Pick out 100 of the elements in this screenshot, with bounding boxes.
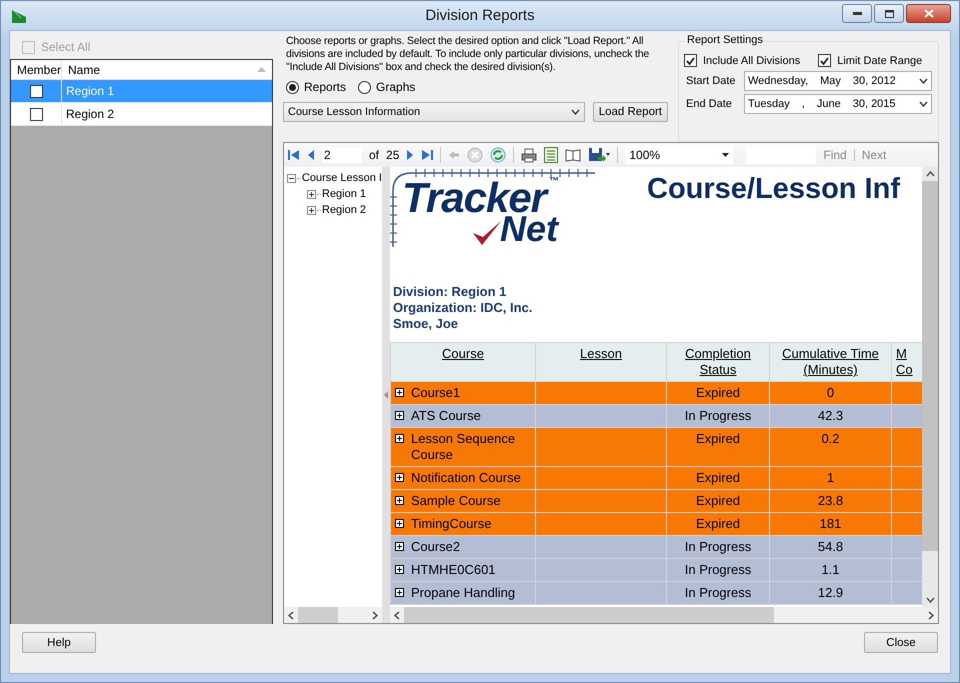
splitter-handle[interactable] — [382, 167, 390, 623]
table-cell: Expired — [696, 493, 740, 508]
option-label: Include All Divisions — [703, 54, 800, 66]
page-layout-icon[interactable] — [544, 147, 558, 163]
report-info-line: Organization: IDC, Inc. — [393, 300, 534, 316]
column-header[interactable]: Name — [62, 60, 272, 79]
load-report-button[interactable]: Load Report — [592, 102, 668, 122]
scroll-right-icon — [928, 610, 934, 620]
book-icon[interactable] — [565, 148, 582, 162]
table-cell: 42.3 — [818, 408, 844, 423]
table-cell: 181 — [820, 516, 842, 531]
table-cell-text: Lesson Sequence Course — [411, 431, 516, 463]
zoom-dropdown[interactable]: 100% — [625, 146, 734, 164]
report-info-line: Smoe, Joe — [393, 316, 460, 332]
date-picker[interactable]: Tuesday , June 30, 2015 — [744, 94, 932, 114]
last-page-icon[interactable] — [421, 149, 434, 161]
expand-icon[interactable] — [395, 542, 404, 551]
column-header[interactable]: Member — [11, 60, 62, 79]
table-cell: 54.8 — [818, 539, 844, 554]
option-label: Limit Date Range — [837, 54, 922, 66]
close-button[interactable] — [906, 4, 951, 23]
member-checkbox[interactable] — [30, 108, 42, 120]
window-title: Division Reports — [425, 7, 535, 24]
expand-icon[interactable] — [395, 388, 404, 397]
expand-icon[interactable] — [395, 519, 404, 528]
table-cell: 12.9 — [818, 585, 844, 600]
table-cell: HTMHE0C601 — [411, 562, 496, 578]
expand-icon[interactable] — [395, 411, 404, 420]
previous-page-icon[interactable] — [307, 149, 315, 161]
report-type-radio[interactable]: Reports — [286, 80, 346, 94]
option-checkbox[interactable] — [818, 54, 832, 67]
page-number-field[interactable]: 2 — [322, 147, 362, 163]
table-cell: Notification Course — [411, 470, 521, 486]
tree-item[interactable]: Region 2 — [322, 204, 366, 216]
scroll-left-icon — [394, 610, 400, 620]
table-cell: 0 — [826, 385, 834, 400]
help-button[interactable]: Help — [22, 632, 96, 653]
option-checkbox[interactable] — [684, 54, 697, 67]
table-cell: Sample Course — [411, 493, 501, 509]
app-icon — [11, 8, 27, 24]
report-info-line: Division: Region 1 — [393, 284, 508, 300]
chevron-down-icon — [919, 101, 928, 107]
table-cell: Expired — [696, 431, 740, 446]
sort-arrow-icon — [257, 67, 266, 72]
save-icon[interactable] — [588, 147, 610, 163]
column-header[interactable]: Course — [442, 346, 484, 362]
report-type-radio[interactable]: Graphs — [358, 80, 416, 94]
vertical-scrollbar[interactable] — [922, 167, 938, 607]
chevron-down-icon — [919, 78, 928, 84]
close-dialog-button[interactable]: Close — [864, 632, 938, 653]
tree-item[interactable]: Region 1 — [322, 188, 366, 200]
expand-icon[interactable] — [307, 190, 316, 198]
expand-icon[interactable] — [307, 206, 316, 214]
horizontal-scrollbar[interactable] — [390, 607, 938, 623]
table-cell: In Progress — [684, 539, 752, 554]
table-cell: Course2 — [411, 539, 460, 555]
tree-item[interactable]: Course Lesson I — [302, 172, 382, 184]
close-icon — [924, 9, 934, 18]
table-cell: Expired — [696, 385, 740, 400]
total-pages-label: 25 — [386, 148, 400, 162]
table-cell: 1 — [826, 470, 834, 485]
table-cell: TimingCourse — [411, 516, 492, 532]
horizontal-scrollbar[interactable] — [284, 607, 382, 623]
print-icon[interactable] — [521, 148, 538, 162]
date-picker[interactable]: Wednesday, May 30, 2012 — [744, 71, 932, 91]
table-cell: In Progress — [684, 585, 752, 600]
minimize-button[interactable] — [842, 4, 872, 23]
table-cell: 1.1 — [821, 562, 840, 577]
first-page-icon[interactable] — [288, 149, 300, 161]
table-cell: Propane Handling — [411, 585, 516, 601]
page-of-label: of — [369, 148, 380, 162]
expand-icon[interactable] — [395, 565, 404, 574]
scroll-left-icon — [288, 610, 294, 620]
table-cell: Expired — [696, 470, 740, 485]
refresh-icon[interactable] — [490, 147, 506, 163]
scroll-right-icon — [372, 610, 378, 620]
collapse-icon[interactable] — [287, 174, 296, 182]
maximize-icon — [884, 10, 894, 18]
collapse-arrow-icon — [384, 391, 388, 399]
date-label: Start Date — [685, 75, 737, 87]
maximize-button[interactable] — [874, 4, 904, 23]
dropdown-arrow-icon — [722, 153, 730, 157]
next-page-icon[interactable] — [406, 149, 414, 161]
division-row[interactable]: Region 2 — [11, 103, 272, 126]
expand-icon[interactable] — [395, 496, 404, 505]
column-header[interactable]: Lesson — [580, 346, 622, 362]
chevron-down-icon — [570, 109, 580, 115]
report-title: Course/Lesson Inf — [647, 173, 900, 207]
select-all-label: Select All — [41, 40, 90, 54]
scroll-up-icon — [926, 171, 934, 177]
member-checkbox[interactable] — [30, 84, 42, 98]
expand-icon[interactable] — [395, 588, 404, 597]
table-cell: ATS Course — [411, 408, 481, 424]
expand-icon[interactable] — [395, 473, 404, 482]
expand-icon[interactable] — [395, 434, 404, 443]
logo-drawing: Tracker$^{™}$ Net — [390, 169, 595, 249]
instructions-text: Choose reports or graphs. Select the desired option and click "Load Report." All divisions are included by default. To include only particular divisions, uncheck the "Include All Divisions" box and check the desired division(s). — [286, 35, 650, 74]
table-cell: Course1 — [411, 385, 460, 401]
report-dropdown[interactable]: Course Lesson Information — [283, 102, 585, 122]
table-cell: 0.2 — [821, 431, 840, 446]
